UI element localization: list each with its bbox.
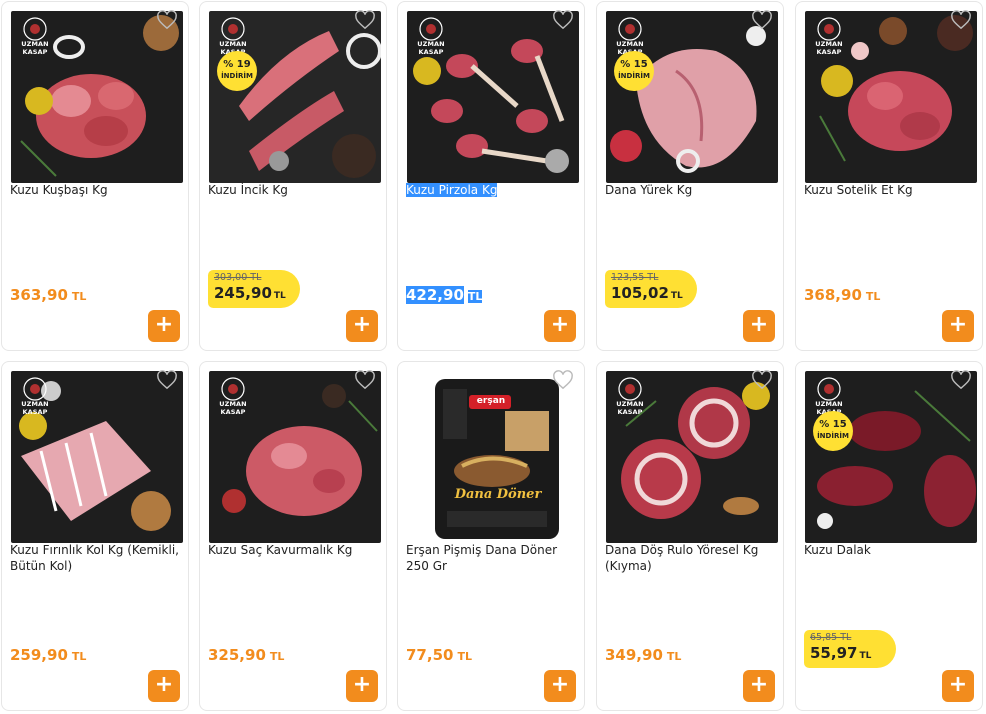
old-price: 65,85 TL xyxy=(810,632,852,643)
product-price: 105,02 TL xyxy=(611,284,683,302)
favorite-heart-icon[interactable] xyxy=(552,370,574,390)
favorite-heart-icon[interactable] xyxy=(354,370,376,390)
old-price: 123,55 TL xyxy=(611,272,659,283)
brand-logo: UZMAN KASAP xyxy=(15,15,55,56)
favorite-heart-icon[interactable] xyxy=(751,370,773,390)
brand-logo: UZMAN KASAP xyxy=(610,375,650,416)
product-price: 245,90 TL xyxy=(214,284,286,302)
add-to-cart-button[interactable]: + xyxy=(942,310,974,342)
product-price: 77,50 TL xyxy=(406,646,472,664)
product-card[interactable]: erşan Dana Döner Erşan Pişmiş Dana Döner… xyxy=(397,361,585,711)
product-image[interactable]: UZMAN KASAP xyxy=(805,11,977,183)
pack-title: Dana Döner xyxy=(454,487,542,502)
add-to-cart-button[interactable]: + xyxy=(148,670,180,702)
brand-logo: UZMAN KASAP xyxy=(213,375,253,416)
discount-badge: % 15 İNDİRİM xyxy=(614,51,654,91)
product-name[interactable]: Kuzu Kuşbaşı Kg xyxy=(10,182,182,198)
add-to-cart-button[interactable]: + xyxy=(942,670,974,702)
product-card[interactable]: UZMAN KASAP % 15 İNDİRİM Dana Yürek Kg 1… xyxy=(596,1,784,351)
product-price: 55,97 TL xyxy=(810,644,872,662)
discount-badge: % 15 İNDİRİM xyxy=(813,411,853,451)
brand-logo: UZMAN KASAP xyxy=(610,15,650,56)
product-price: 325,90 TL xyxy=(208,646,285,664)
discount-price-tag: 123,55 TL 105,02 TL xyxy=(605,270,697,308)
product-name[interactable]: Kuzu Dalak xyxy=(804,542,976,558)
favorite-heart-icon[interactable] xyxy=(354,10,376,30)
discount-price-tag: 65,85 TL 55,97 TL xyxy=(804,630,896,668)
favorite-heart-icon[interactable] xyxy=(156,370,178,390)
product-image[interactable]: UZMAN KASAP % 15 İNDİRİM xyxy=(805,371,977,543)
product-card[interactable]: UZMAN KASAP Dana Döş Rulo Yöresel Kg (Kı… xyxy=(596,361,784,711)
product-image[interactable]: erşan Dana Döner xyxy=(407,371,579,543)
add-to-cart-button[interactable]: + xyxy=(743,310,775,342)
pack-brand: erşan xyxy=(476,396,506,406)
add-to-cart-button[interactable]: + xyxy=(743,670,775,702)
product-card[interactable]: UZMAN KASAP % 19 İNDİRİM Kuzu İncik Kg 3… xyxy=(199,1,387,351)
product-image[interactable]: UZMAN KASAP xyxy=(209,371,381,543)
product-name[interactable]: Kuzu Fırınlık Kol Kg (Kemikli, Bütün Kol… xyxy=(10,542,182,574)
brand-logo: UZMAN KASAP xyxy=(411,15,451,56)
discount-price-tag: 303,00 TL 245,90 TL xyxy=(208,270,300,308)
product-name[interactable]: Kuzu Sotelik Et Kg xyxy=(804,182,976,198)
product-price: 259,90 TL xyxy=(10,646,87,664)
favorite-heart-icon[interactable] xyxy=(552,10,574,30)
favorite-heart-icon[interactable] xyxy=(950,370,972,390)
favorite-heart-icon[interactable] xyxy=(156,10,178,30)
product-name[interactable]: Erşan Pişmiş Dana Döner 250 Gr xyxy=(406,542,578,574)
product-image[interactable]: UZMAN KASAP % 15 İNDİRİM xyxy=(606,11,778,183)
favorite-heart-icon[interactable] xyxy=(751,10,773,30)
product-card[interactable]: UZMAN KASAP Kuzu Pirzola Kg 422,90 TL + xyxy=(397,1,585,351)
add-to-cart-button[interactable]: + xyxy=(346,670,378,702)
product-card[interactable]: UZMAN KASAP % 15 İNDİRİM Kuzu Dalak 65,8… xyxy=(795,361,983,711)
product-price: 349,90 TL xyxy=(605,646,682,664)
product-price: 422,90 TL xyxy=(406,286,483,304)
product-card[interactable]: UZMAN KASAP Kuzu Fırınlık Kol Kg (Kemikl… xyxy=(1,361,189,711)
product-name[interactable]: Kuzu İncik Kg xyxy=(208,182,380,198)
product-image[interactable]: UZMAN KASAP xyxy=(11,11,183,183)
product-card[interactable]: UZMAN KASAP Kuzu Sotelik Et Kg 368,90 TL … xyxy=(795,1,983,351)
product-name[interactable]: Dana Döş Rulo Yöresel Kg (Kıyma) xyxy=(605,542,777,574)
product-image[interactable]: UZMAN KASAP xyxy=(407,11,579,183)
brand-logo: UZMAN KASAP xyxy=(809,375,849,416)
product-image[interactable]: UZMAN KASAP % 19 İNDİRİM xyxy=(209,11,381,183)
product-name[interactable]: Kuzu Saç Kavurmalık Kg xyxy=(208,542,380,558)
old-price: 303,00 TL xyxy=(214,272,262,283)
product-image[interactable]: UZMAN KASAP xyxy=(606,371,778,543)
add-to-cart-button[interactable]: + xyxy=(148,310,180,342)
add-to-cart-button[interactable]: + xyxy=(544,670,576,702)
product-card[interactable]: UZMAN KASAP Kuzu Kuşbaşı Kg 363,90 TL + xyxy=(1,1,189,351)
product-name[interactable]: Kuzu Pirzola Kg xyxy=(406,182,578,198)
product-price: 368,90 TL xyxy=(804,286,881,304)
discount-badge: % 19 İNDİRİM xyxy=(217,51,257,91)
brand-logo: UZMAN KASAP xyxy=(213,15,253,56)
brand-logo: UZMAN KASAP xyxy=(809,15,849,56)
product-name[interactable]: Dana Yürek Kg xyxy=(605,182,777,198)
product-card[interactable]: UZMAN KASAP Kuzu Saç Kavurmalık Kg 325,9… xyxy=(199,361,387,711)
add-to-cart-button[interactable]: + xyxy=(346,310,378,342)
product-price: 363,90 TL xyxy=(10,286,87,304)
brand-logo: UZMAN KASAP xyxy=(15,375,55,416)
add-to-cart-button[interactable]: + xyxy=(544,310,576,342)
favorite-heart-icon[interactable] xyxy=(950,10,972,30)
product-image[interactable]: UZMAN KASAP xyxy=(11,371,183,543)
